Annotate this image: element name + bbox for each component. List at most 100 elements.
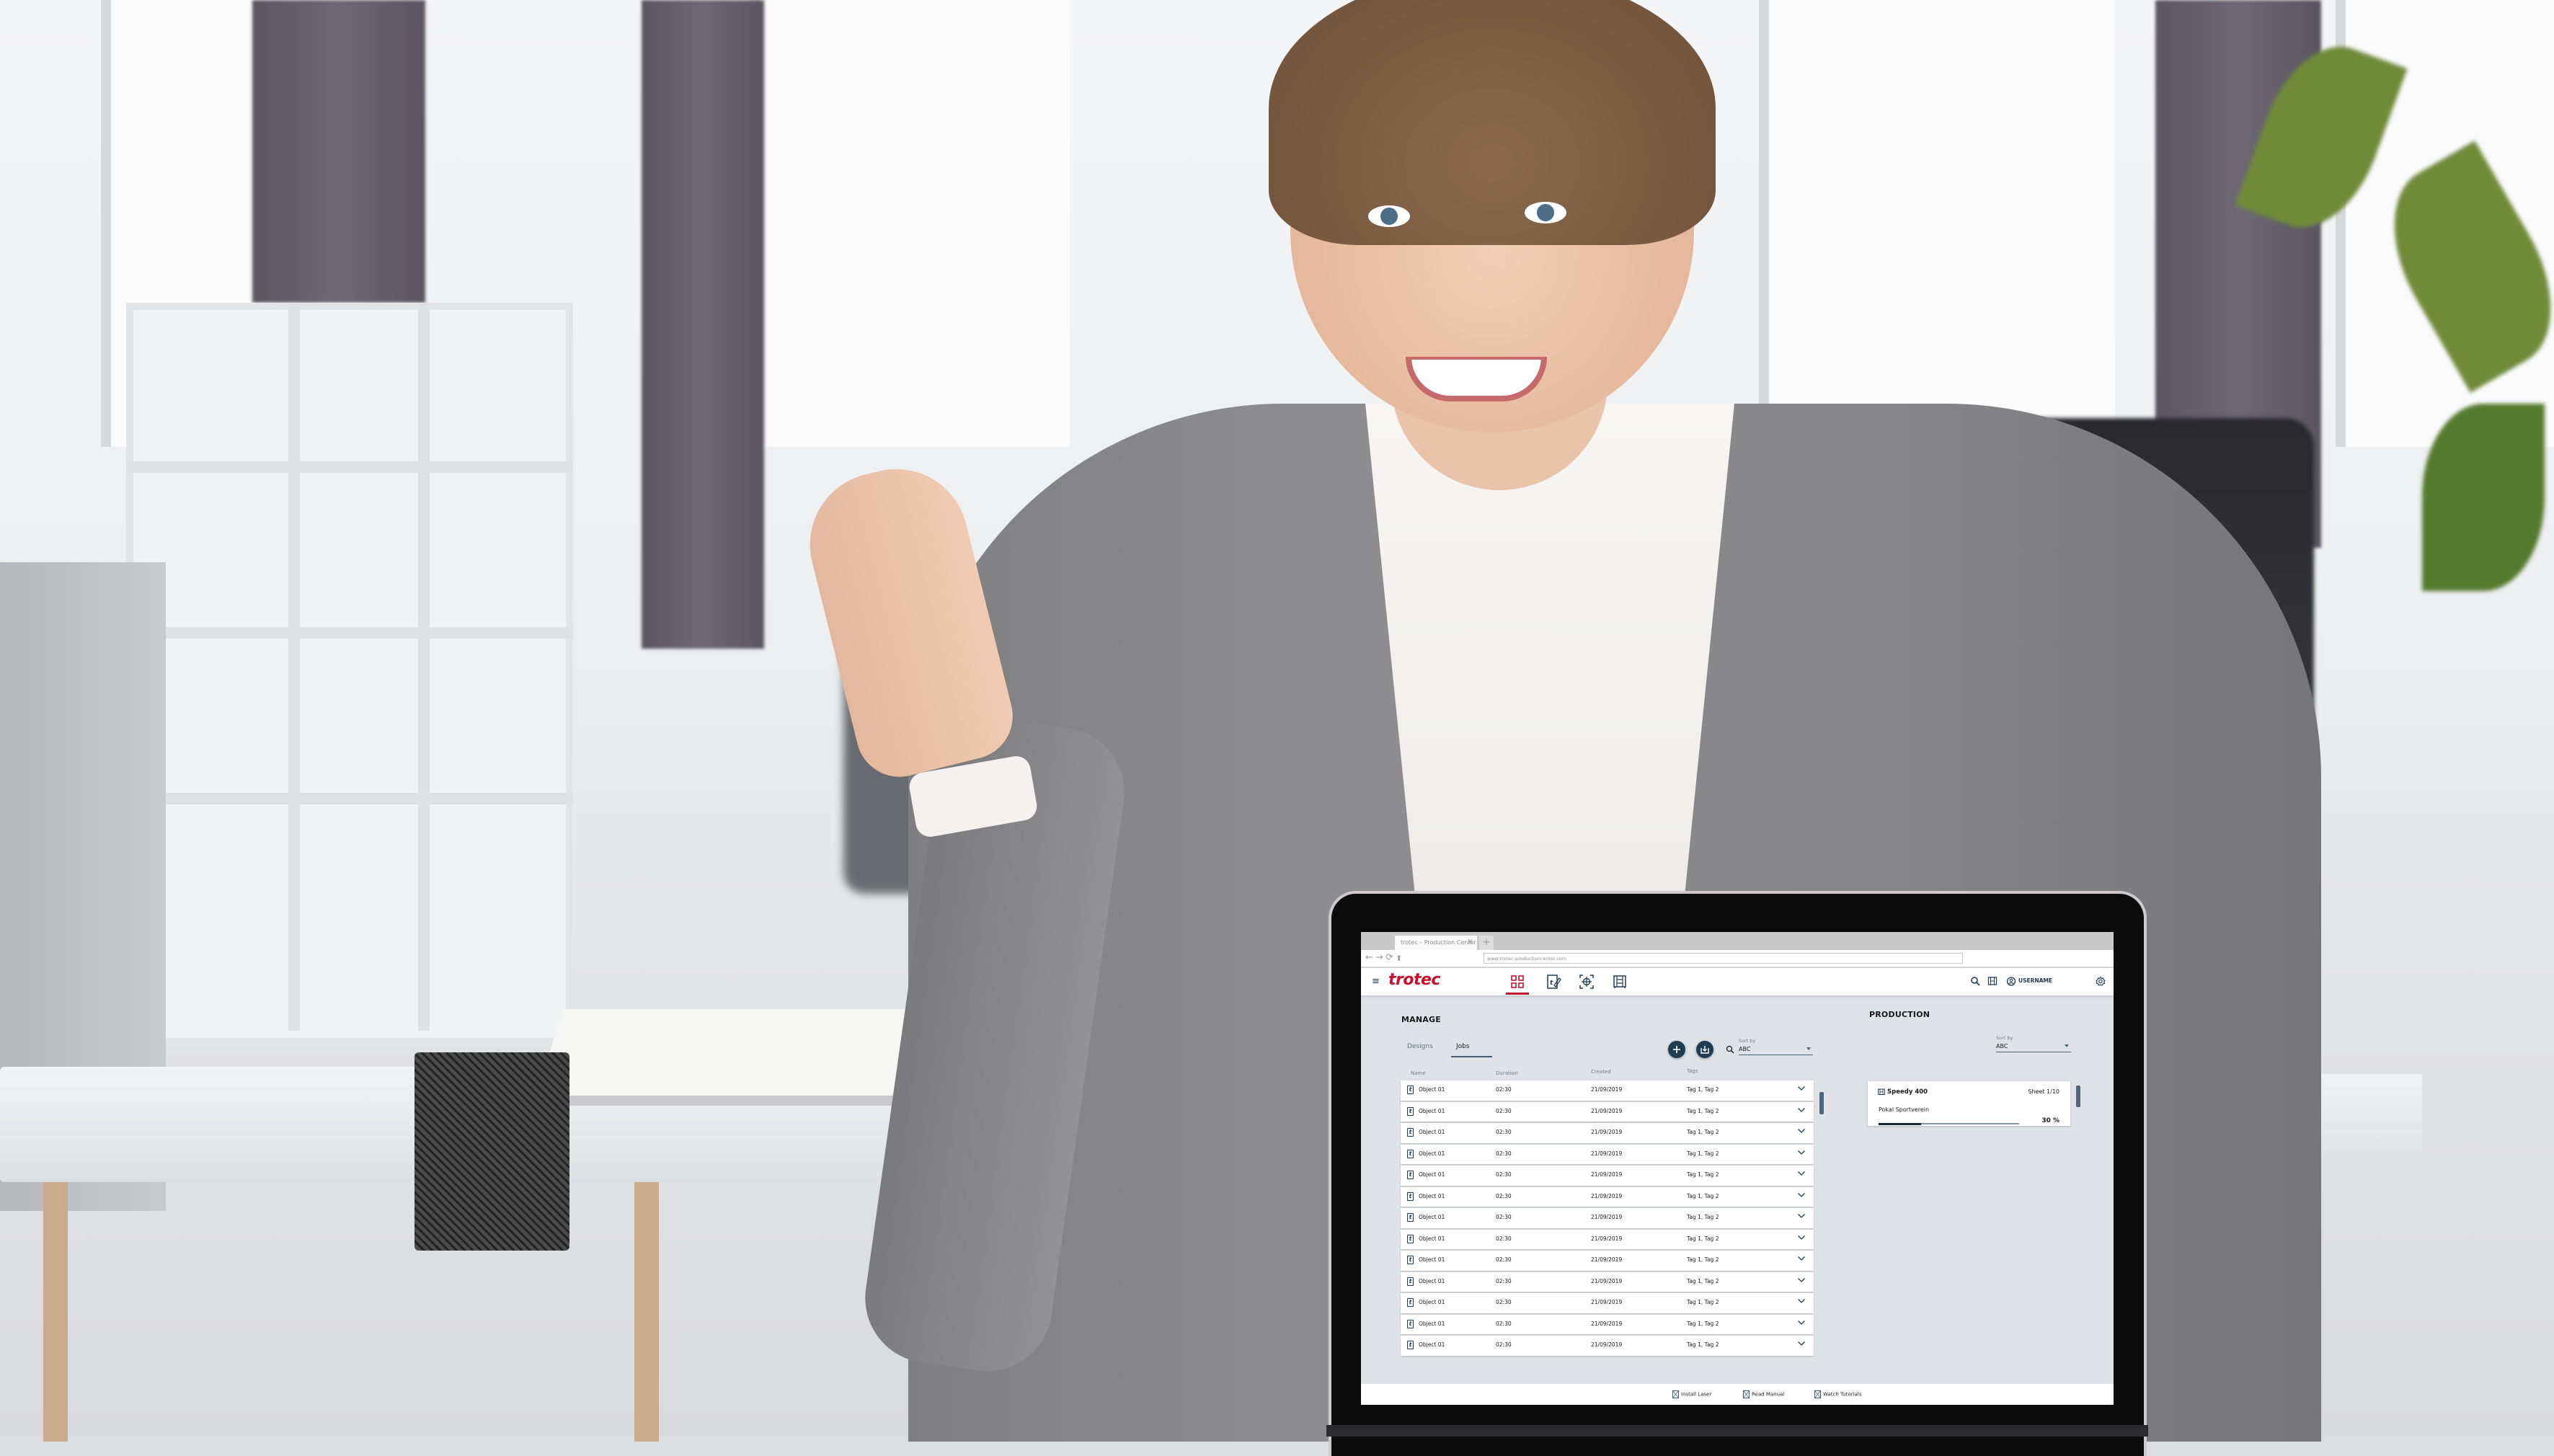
install-laser-link[interactable]: Install Laser <box>1672 1390 1711 1398</box>
search-icon[interactable] <box>1726 1045 1734 1054</box>
edit-design-icon[interactable]: t <box>1546 974 1561 990</box>
progress-percent: 30 % <box>2041 1117 2059 1124</box>
laptop-base <box>1326 1425 2148 1437</box>
manage-title: MANAGE <box>1401 1015 1441 1024</box>
job-name: Object 01 <box>1419 1277 1445 1284</box>
job-tags: Tag 1, Tag 2 <box>1687 1171 1719 1178</box>
column-header-created[interactable]: Created <box>1591 1069 1611 1075</box>
person-eye <box>1368 205 1410 227</box>
menu-icon[interactable]: ≡ <box>1372 976 1380 987</box>
url-input[interactable]: www.trotec-productioncenter.com <box>1484 953 1963 964</box>
forward-arrow-icon[interactable]: → <box>1375 952 1383 963</box>
job-file-icon: t <box>1407 1341 1414 1349</box>
chevron-down-icon[interactable] <box>1797 1106 1806 1114</box>
crosshair-target-icon[interactable] <box>1579 974 1595 990</box>
job-created: 21/09/2019 <box>1591 1341 1623 1348</box>
job-row[interactable]: t Object 01 02:30 21/09/2019 Tag 1, Tag 2 <box>1401 1186 1814 1207</box>
chevron-down-icon[interactable] <box>1797 1170 1806 1177</box>
job-file-icon: t <box>1407 1106 1414 1116</box>
username-label[interactable]: USERNAME <box>2018 977 2052 984</box>
production-list-scrollbar[interactable] <box>2076 1086 2080 1107</box>
job-row[interactable]: t Object 01 02:30 21/09/2019 Tag 1, Tag 2 <box>1401 1251 1814 1271</box>
sort-value: ABC <box>1996 1043 2008 1049</box>
chevron-down-icon[interactable] <box>1797 1277 1806 1284</box>
job-created: 21/09/2019 <box>1591 1256 1623 1263</box>
job-row[interactable]: t Object 01 02:30 21/09/2019 Tag 1, Tag 2 <box>1401 1336 1814 1356</box>
job-name: Object 01 <box>1419 1086 1445 1093</box>
jobs-list-scrollbar[interactable] <box>1819 1092 1824 1114</box>
user-circle-icon[interactable] <box>2006 975 2016 989</box>
tab-jobs[interactable]: Jobs <box>1456 1043 1470 1050</box>
job-file-icon: t <box>1407 1149 1414 1158</box>
chevron-down-icon[interactable] <box>1797 1191 1806 1199</box>
import-button[interactable] <box>1696 1041 1713 1058</box>
job-row[interactable]: t Object 01 02:30 21/09/2019 Tag 1, Tag 2 <box>1401 1271 1814 1292</box>
job-row[interactable]: t Object 01 02:30 21/09/2019 Tag 1, Tag 2 <box>1401 1123 1814 1143</box>
chevron-down-icon[interactable] <box>1797 1319 1806 1326</box>
person-smile <box>1406 357 1547 401</box>
job-row[interactable]: t Object 01 02:30 21/09/2019 Tag 1, Tag 2 <box>1401 1314 1814 1334</box>
job-duration: 02:30 <box>1496 1299 1512 1305</box>
column-header-name[interactable]: Name <box>1411 1070 1426 1076</box>
watch-tutorials-link[interactable]: Watch Tutorials <box>1814 1390 1861 1398</box>
footer-link-label: Watch Tutorials <box>1823 1391 1862 1398</box>
back-arrow-icon[interactable]: ← <box>1365 952 1373 963</box>
chevron-down-icon[interactable] <box>1797 1340 1806 1347</box>
chevron-down-icon[interactable] <box>1797 1297 1806 1305</box>
chevron-down-icon[interactable] <box>1797 1127 1806 1135</box>
production-job-card[interactable]: Speedy 400 Sheet 1/10 Pokal Sportverein … <box>1868 1081 2070 1126</box>
browser-tabstrip: trotec – Production Center X + <box>1361 932 2114 950</box>
laser-machine-icon[interactable] <box>1987 975 1997 989</box>
job-row[interactable]: t Object 01 02:30 21/09/2019 Tag 1, Tag 2 <box>1401 1101 1814 1122</box>
desk-leg <box>634 1182 659 1442</box>
job-name: Pokal Sportverein <box>1879 1106 1930 1113</box>
chevron-down-icon[interactable] <box>1797 1212 1806 1220</box>
trotec-logo[interactable]: trotec <box>1388 971 1440 989</box>
browser-tab[interactable]: trotec – Production Center X <box>1395 936 1477 950</box>
close-tab-icon[interactable]: X <box>1468 936 1473 950</box>
job-name: Object 01 <box>1419 1341 1445 1348</box>
gear-icon[interactable] <box>2095 975 2106 989</box>
job-progress-fill <box>1879 1122 1921 1125</box>
column-header-tags[interactable]: Tags <box>1687 1068 1698 1074</box>
job-tags: Tag 1, Tag 2 <box>1687 1235 1719 1242</box>
home-icon[interactable]: ⬆ <box>1396 954 1402 963</box>
shelf-board <box>126 793 573 804</box>
job-row[interactable]: t Object 01 02:30 21/09/2019 Tag 1, Tag 2 <box>1401 1293 1814 1313</box>
job-name: Object 01 <box>1419 1320 1445 1327</box>
job-duration: 02:30 <box>1496 1150 1512 1157</box>
reload-icon[interactable]: ⟳ <box>1385 952 1393 963</box>
job-row[interactable]: t Object 01 02:30 21/09/2019 Tag 1, Tag 2 <box>1401 1166 1814 1186</box>
job-row[interactable]: t Object 01 02:30 21/09/2019 Tag 1, Tag 2 <box>1401 1229 1814 1249</box>
app-header: ≡ trotec t USERNAME <box>1361 968 2114 995</box>
chevron-down-icon[interactable] <box>1797 1234 1806 1241</box>
read-manual-link[interactable]: Read Manual <box>1743 1390 1784 1398</box>
laser-machine-icon[interactable] <box>1612 974 1628 990</box>
new-tab-button[interactable]: + <box>1479 936 1494 950</box>
job-duration: 02:30 <box>1496 1277 1512 1284</box>
browser-tab-title: trotec – Production Center <box>1401 939 1476 946</box>
chevron-down-icon[interactable] <box>1797 1085 1806 1092</box>
job-row[interactable]: t Object 01 02:30 21/09/2019 Tag 1, Tag 2 <box>1401 1208 1814 1228</box>
sort-value: ABC <box>1739 1046 1751 1052</box>
job-name: Object 01 <box>1419 1129 1445 1135</box>
job-created: 21/09/2019 <box>1591 1086 1623 1093</box>
job-row[interactable]: t Object 01 02:30 21/09/2019 Tag 1, Tag 2 <box>1401 1080 1814 1101</box>
job-created: 21/09/2019 <box>1591 1107 1623 1114</box>
chevron-down-icon[interactable] <box>1797 1149 1806 1156</box>
chevron-down-icon[interactable] <box>1797 1255 1806 1262</box>
sort-label: Sort by <box>1739 1038 1756 1044</box>
add-job-button[interactable] <box>1668 1041 1685 1058</box>
column-header-duration[interactable]: Duration <box>1496 1070 1517 1076</box>
app-footer: Install Laser Read Manual Watch Tutorial… <box>1361 1384 2114 1405</box>
search-icon[interactable] <box>1970 975 1980 989</box>
grid-icon[interactable] <box>1509 974 1525 990</box>
machine-name: Speedy 400 <box>1887 1088 1928 1096</box>
job-name: Object 01 <box>1419 1150 1445 1157</box>
job-name: Object 01 <box>1419 1214 1445 1220</box>
job-duration: 02:30 <box>1496 1129 1512 1135</box>
job-row[interactable]: t Object 01 02:30 21/09/2019 Tag 1, Tag 2 <box>1401 1144 1814 1164</box>
shelf-board <box>126 627 573 639</box>
tab-designs[interactable]: Designs <box>1407 1043 1433 1050</box>
job-created: 21/09/2019 <box>1591 1129 1623 1135</box>
